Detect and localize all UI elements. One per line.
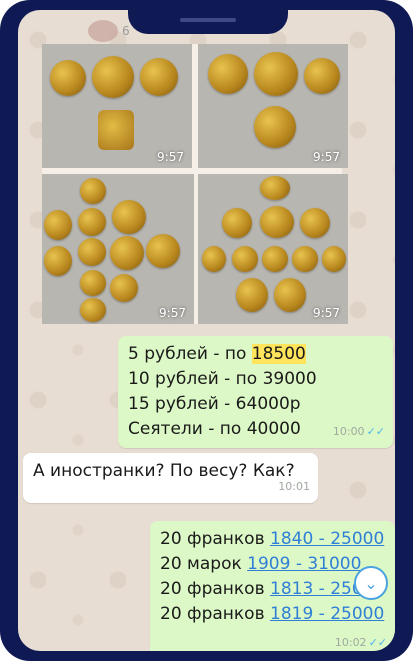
highlighted-price: 18500 xyxy=(251,344,306,364)
message-text: 20 марок xyxy=(160,554,248,574)
message-link[interactable]: 1909 - 31000 xyxy=(247,554,361,574)
message-meta: 10:00 ✓✓ xyxy=(333,419,385,444)
photo-thumbnail[interactable]: 9:57 xyxy=(42,44,192,168)
message-link[interactable]: 1819 - 25000 xyxy=(270,604,384,624)
message-question[interactable]: А иностранки? По весу? Как? 10:01 xyxy=(23,453,318,503)
message-line: 20 франков 1840 - 25000 xyxy=(160,527,385,552)
message-text: 20 франков xyxy=(160,579,270,599)
photo-time: 9:57 xyxy=(313,150,340,164)
message-text: 20 франков xyxy=(160,604,270,624)
scroll-down-button[interactable]: ⌄ xyxy=(354,566,388,600)
chevron-down-icon: ⌄ xyxy=(364,573,378,593)
chat-screen: 6 9:57 9:57 9:57 9:57 5 рублей - по 1850… xyxy=(18,10,395,651)
message-time: 10:02 xyxy=(334,636,367,649)
message-meta: 10:02 ✓✓ xyxy=(335,630,387,651)
photo-time: 9:57 xyxy=(313,306,340,320)
message-line: 15 рублей - 64000р xyxy=(128,394,301,414)
message-text: 5 рублей - по xyxy=(128,344,252,364)
message-time: 10:00 xyxy=(332,425,365,438)
message-time: 10:01 xyxy=(278,480,310,493)
photo-thumbnail[interactable]: 9:57 xyxy=(198,44,348,168)
message-line: 20 франков 1813 - 2500 xyxy=(160,577,385,602)
message-text: 20 франков xyxy=(160,529,270,549)
photo-time: 9:57 xyxy=(157,150,184,164)
message-prices[interactable]: 5 рублей - по 18500 10 рублей - по 39000… xyxy=(118,336,393,448)
read-ticks-icon: ✓✓ xyxy=(368,636,387,649)
message-line: 20 марок 1909 - 31000 xyxy=(160,552,385,577)
phone-notch xyxy=(128,0,288,34)
photo-album-message[interactable]: 9:57 9:57 9:57 9:57 xyxy=(42,44,348,324)
message-line: 10 рублей - по 39000 xyxy=(128,369,317,389)
message-text: А иностранки? По весу? Как? xyxy=(33,461,295,481)
message-link[interactable]: 1840 - 25000 xyxy=(270,529,384,549)
read-ticks-icon: ✓✓ xyxy=(366,425,385,438)
message-line: 20 франков 1819 - 25000 xyxy=(160,602,385,627)
header-caption: 6 xyxy=(122,24,130,38)
phone-frame: 6 9:57 9:57 9:57 9:57 5 рублей - по 1850… xyxy=(0,0,413,661)
message-line: 5 рублей - по 18500 xyxy=(128,342,383,367)
photo-time: 9:57 xyxy=(159,306,186,320)
avatar[interactable] xyxy=(88,20,118,42)
photo-thumbnail[interactable]: 9:57 xyxy=(198,174,348,324)
photo-thumbnail[interactable]: 9:57 xyxy=(42,174,194,324)
speaker-grille xyxy=(180,18,236,22)
